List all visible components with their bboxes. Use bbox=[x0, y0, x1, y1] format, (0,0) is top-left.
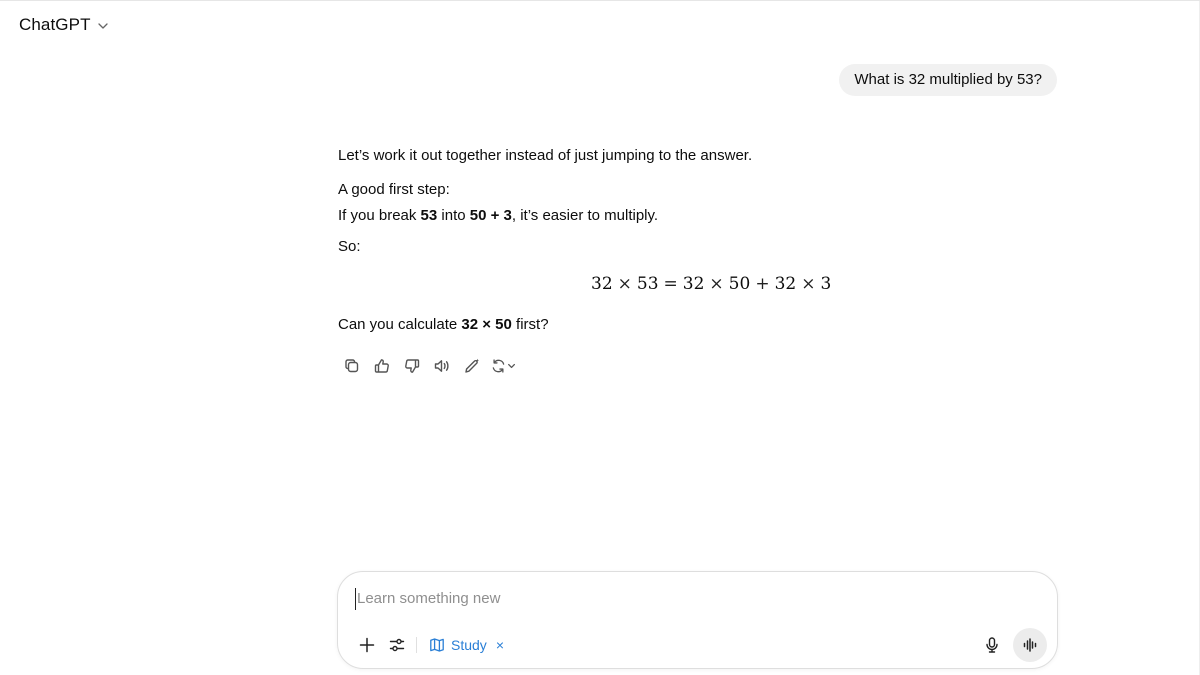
plus-icon bbox=[359, 637, 375, 653]
edit-button[interactable] bbox=[457, 355, 487, 377]
math-term: 32 bbox=[774, 274, 797, 294]
math-operator: × bbox=[617, 274, 632, 294]
thumbs-up-button[interactable] bbox=[367, 355, 397, 377]
text-segment: If you break bbox=[338, 207, 421, 224]
add-button[interactable] bbox=[352, 630, 382, 660]
study-mode-pill[interactable]: Study × bbox=[423, 637, 510, 653]
composer-toolbar: Study × bbox=[352, 628, 1047, 662]
math-operator: + bbox=[755, 274, 770, 294]
math-term: 50 bbox=[728, 274, 751, 294]
math-operator: × bbox=[709, 274, 724, 294]
copy-button[interactable] bbox=[337, 355, 367, 377]
message-composer: Learn something new Study × bbox=[337, 571, 1058, 669]
assistant-paragraph: If you break 53 into 50 + 3, it’s easier… bbox=[338, 203, 1058, 229]
voice-mode-button[interactable] bbox=[1013, 628, 1047, 662]
assistant-paragraph: Let’s work it out together instead of ju… bbox=[338, 147, 753, 164]
math-equation: 32 × 53 = 32 × 50 +32 × 3 bbox=[591, 274, 831, 294]
math-term: 32 bbox=[591, 274, 613, 294]
user-message-bubble: What is 32 multiplied by 53? bbox=[839, 64, 1057, 96]
thumbs-up-icon bbox=[374, 359, 389, 373]
assistant-message: Let’s work it out together instead of ju… bbox=[338, 143, 1058, 238]
thumbs-down-button[interactable] bbox=[397, 355, 427, 377]
app-title: ChatGPT bbox=[19, 15, 91, 34]
text-segment: into bbox=[437, 207, 470, 224]
math-term: 32 bbox=[682, 274, 705, 294]
assistant-paragraph: So: bbox=[338, 238, 361, 255]
edit-icon bbox=[465, 358, 479, 373]
math-term: 3 bbox=[820, 274, 832, 294]
text-segment: first? bbox=[511, 316, 549, 333]
prompt-input[interactable]: Learn something new bbox=[355, 588, 1007, 610]
toolbar-divider bbox=[416, 637, 417, 653]
read-aloud-icon bbox=[434, 360, 449, 372]
chat-page: ChatGPT What is 32 multiplied by 53? Let… bbox=[0, 0, 1200, 675]
math-operator: × bbox=[801, 274, 816, 294]
read-aloud-button[interactable] bbox=[427, 355, 457, 377]
math-term: 53 bbox=[636, 274, 659, 294]
chevron-down-icon bbox=[97, 23, 108, 29]
tools-button[interactable] bbox=[382, 630, 412, 660]
book-icon bbox=[430, 638, 444, 652]
model-selector[interactable]: ChatGPT bbox=[19, 15, 109, 35]
assistant-paragraph: Can you calculate 32 × 50 first? bbox=[338, 312, 549, 338]
text-segment: , it’s easier to multiply. bbox=[511, 207, 659, 224]
sliders-icon bbox=[389, 638, 405, 652]
voice-wave-icon bbox=[1023, 638, 1037, 652]
dictate-button[interactable] bbox=[977, 630, 1007, 660]
bold-text: 53 bbox=[420, 207, 438, 224]
user-message-text: What is 32 multiplied by 53? bbox=[854, 71, 1042, 88]
assistant-paragraph: A good first step: bbox=[338, 181, 450, 198]
text-segment: Can you calculate bbox=[338, 316, 462, 333]
copy-icon bbox=[345, 359, 359, 373]
thumbs-down-icon bbox=[405, 359, 420, 373]
message-actions bbox=[337, 355, 523, 377]
study-label: Study bbox=[451, 637, 487, 653]
bold-text: 50 + 3 bbox=[469, 207, 512, 224]
close-study-button[interactable]: × bbox=[496, 638, 504, 652]
mic-icon bbox=[986, 637, 998, 653]
math-operator: = bbox=[663, 274, 678, 294]
regenerate-button[interactable] bbox=[487, 355, 523, 377]
bold-text: 32 × 50 bbox=[461, 316, 512, 333]
regenerate-icon bbox=[492, 359, 515, 373]
